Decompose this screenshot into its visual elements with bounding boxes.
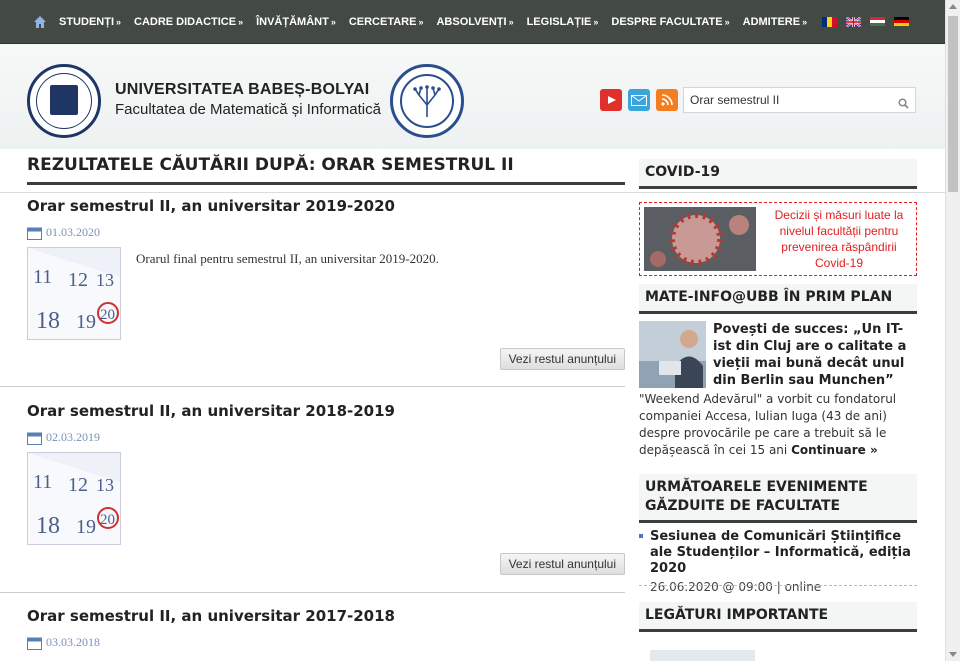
nav-item-cadre-didactice[interactable]: CADRE DIDACTICE» bbox=[134, 16, 243, 28]
nav-item-legislatie[interactable]: LEGISLAȚIE» bbox=[527, 16, 599, 28]
mail-icon[interactable] bbox=[628, 89, 650, 111]
event-meta: 26.06.2020 @ 09:00 | online bbox=[650, 580, 822, 594]
article-divider bbox=[0, 592, 625, 593]
news-excerpt: "Weekend Adevărul" a vorbit cu fondatoru… bbox=[639, 392, 897, 457]
article-title[interactable]: Orar semestrul II, an universitar 2019-2… bbox=[27, 197, 625, 215]
covid-text[interactable]: Decizii și măsuri luate la nivelul facul… bbox=[764, 207, 914, 271]
svg-text:13: 13 bbox=[96, 270, 114, 290]
search-input[interactable] bbox=[690, 93, 890, 107]
read-more-button[interactable]: Vezi restul anunțului bbox=[499, 348, 625, 370]
event-title[interactable]: Sesiunea de Comunicări Științifice ale S… bbox=[650, 529, 917, 577]
svg-text:20: 20 bbox=[100, 307, 115, 323]
calendar-icon bbox=[27, 227, 42, 240]
svg-text:19: 19 bbox=[76, 311, 96, 333]
sidebar-heading-mateinfo: MATE-INFO@UBB ÎN PRIM PLAN bbox=[639, 284, 917, 314]
svg-text:18: 18 bbox=[36, 513, 60, 539]
rss-icon[interactable] bbox=[656, 89, 678, 111]
article-date: 03.03.2018 bbox=[27, 635, 625, 650]
faculty-name[interactable]: Facultatea de Matematică și Informatică bbox=[115, 101, 381, 118]
vertical-scrollbar[interactable] bbox=[945, 0, 960, 661]
faculty-logo[interactable] bbox=[390, 64, 464, 138]
language-flags bbox=[822, 16, 910, 27]
nav-item-despre-facultate[interactable]: DESPRE FACULTATE» bbox=[611, 16, 729, 28]
article-date: 02.03.2019 bbox=[27, 430, 625, 445]
news-headline[interactable]: Povești de succes: „Un IT-ist din Cluj a… bbox=[713, 321, 913, 389]
article-title[interactable]: Orar semestrul II, an universitar 2018-2… bbox=[27, 402, 625, 420]
calendar-icon bbox=[27, 637, 42, 650]
svg-text:18: 18 bbox=[36, 308, 60, 334]
home-icon[interactable] bbox=[33, 15, 47, 29]
youtube-icon[interactable] bbox=[600, 89, 622, 111]
nav-item-studenti[interactable]: STUDENȚI» bbox=[59, 16, 121, 28]
nav-item-admitere[interactable]: ADMITERE» bbox=[743, 16, 807, 28]
svg-text:11: 11 bbox=[33, 266, 52, 288]
article-thumbnail[interactable]: 11 12 13 18 19 20 bbox=[27, 247, 121, 340]
sidebar-heading-covid: COVID-19 bbox=[639, 159, 917, 189]
romanian-flag-icon[interactable] bbox=[822, 16, 838, 27]
university-name[interactable]: UNIVERSITATEA BABEȘ-BOLYAI bbox=[115, 81, 369, 99]
coronavirus-image bbox=[644, 207, 756, 271]
header-divider bbox=[0, 192, 945, 193]
article-excerpt: Orarul final pentru semestrul II, an uni… bbox=[136, 251, 439, 266]
top-navigation: STUDENȚI» CADRE DIDACTICE» ÎNVĂȚĂMÂNT» C… bbox=[0, 0, 945, 44]
university-logo[interactable] bbox=[27, 64, 101, 138]
article-divider bbox=[0, 386, 625, 387]
svg-text:12: 12 bbox=[68, 269, 88, 291]
event-divider bbox=[639, 585, 917, 586]
sidebar-heading-links: LEGĂTURI IMPORTANTE bbox=[639, 602, 917, 632]
article-item: Orar semestrul II, an universitar 2019-2… bbox=[27, 197, 625, 377]
svg-text:11: 11 bbox=[33, 471, 52, 493]
covid-announcement[interactable]: Decizii și măsuri luate la nivelul facul… bbox=[639, 202, 917, 276]
nav-item-invatamant[interactable]: ÎNVĂȚĂMÂNT» bbox=[256, 16, 336, 28]
scrollbar-thumb[interactable] bbox=[948, 16, 958, 192]
svg-text:12: 12 bbox=[68, 474, 88, 496]
article-item: Orar semestrul II, an universitar 2018-2… bbox=[27, 402, 625, 582]
page-title: REZULTATELE CĂUTĂRII DUPĂ: ORAR SEMESTRU… bbox=[27, 155, 625, 185]
search-icon[interactable] bbox=[898, 94, 909, 113]
svg-text:20: 20 bbox=[100, 512, 115, 528]
svg-text:13: 13 bbox=[96, 475, 114, 495]
article-thumbnail[interactable]: 11 12 13 18 19 20 bbox=[27, 452, 121, 545]
news-photo[interactable] bbox=[639, 321, 706, 388]
nav-item-absolventi[interactable]: ABSOLVENȚI» bbox=[436, 16, 513, 28]
scroll-down-icon[interactable] bbox=[949, 652, 957, 657]
hungarian-flag-icon[interactable] bbox=[870, 16, 886, 27]
calendar-icon bbox=[27, 432, 42, 445]
uk-flag-icon[interactable] bbox=[846, 16, 862, 27]
german-flag-icon[interactable] bbox=[894, 16, 910, 27]
article-item: Orar semestrul II, an universitar 2017-2… bbox=[27, 607, 625, 661]
sidebar-heading-events: URMĂTOARELE EVENIMENTE GĂZDUITE DE FACUL… bbox=[639, 474, 917, 523]
bullet-icon bbox=[639, 534, 643, 538]
read-more-button[interactable]: Vezi restul anunțului bbox=[499, 553, 625, 575]
search-box bbox=[683, 87, 916, 113]
article-title[interactable]: Orar semestrul II, an universitar 2017-2… bbox=[27, 607, 625, 625]
continue-link[interactable]: Continuare » bbox=[791, 443, 878, 457]
article-date: 01.03.2020 bbox=[27, 225, 625, 240]
site-header: UNIVERSITATEA BABEȘ-BOLYAI Facultatea de… bbox=[0, 44, 945, 149]
scroll-up-icon[interactable] bbox=[949, 4, 957, 9]
important-link-banner[interactable] bbox=[650, 650, 755, 661]
svg-text:19: 19 bbox=[76, 516, 96, 538]
nav-item-cercetare[interactable]: CERCETARE» bbox=[349, 16, 424, 28]
